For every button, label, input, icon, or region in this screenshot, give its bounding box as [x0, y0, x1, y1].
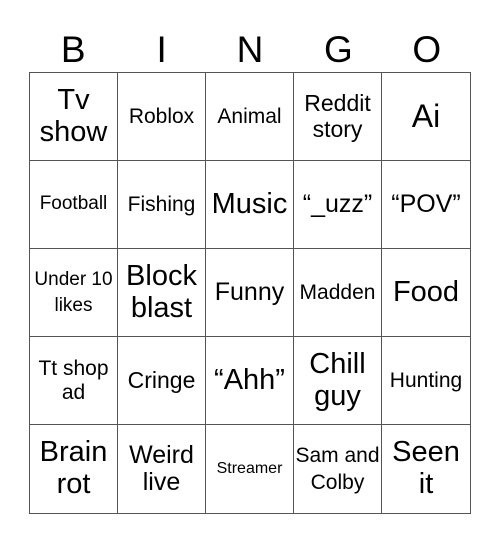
bingo-cell[interactable]: Streamer	[206, 425, 294, 513]
header-letter-n: N	[236, 29, 264, 70]
bingo-cell[interactable]: Funny	[206, 249, 294, 337]
bingo-header: B I N G O	[29, 28, 471, 72]
bingo-cell[interactable]: Roblox	[118, 73, 206, 161]
bingo-cell[interactable]: Under 10 likes	[30, 249, 118, 337]
bingo-cell[interactable]: Music	[206, 161, 294, 249]
bingo-cell[interactable]: Madden	[294, 249, 382, 337]
header-letter-i: I	[156, 29, 167, 70]
bingo-cell[interactable]: Football	[30, 161, 118, 249]
bingo-cell[interactable]: Reddit story	[294, 73, 382, 161]
bingo-cell[interactable]: Chill guy	[294, 337, 382, 425]
bingo-cell[interactable]: Hunting	[382, 337, 470, 425]
bingo-cell[interactable]: Weird live	[118, 425, 206, 513]
bingo-cell[interactable]: Brain rot	[30, 425, 118, 513]
bingo-cell[interactable]: Food	[382, 249, 470, 337]
bingo-cell[interactable]: Block blast	[118, 249, 206, 337]
bingo-cell[interactable]: Seen it	[382, 425, 470, 513]
bingo-cell[interactable]: Fishing	[118, 161, 206, 249]
bingo-cell[interactable]: “Ahh”	[206, 337, 294, 425]
bingo-cell[interactable]: Tt shop ad	[30, 337, 118, 425]
bingo-cell[interactable]: Animal	[206, 73, 294, 161]
bingo-cell[interactable]: Tv show	[30, 73, 118, 161]
bingo-cell[interactable]: Ai	[382, 73, 470, 161]
header-letter-g: G	[323, 29, 353, 70]
bingo-cell[interactable]: Cringe	[118, 337, 206, 425]
bingo-grid: Tv show Roblox Animal Reddit story Ai Fo…	[29, 72, 471, 514]
bingo-cell[interactable]: Sam and Colby	[294, 425, 382, 513]
bingo-cell[interactable]: “POV”	[382, 161, 470, 249]
bingo-cell[interactable]: “_uzz”	[294, 161, 382, 249]
header-letter-b: B	[60, 29, 86, 70]
header-letter-o: O	[412, 29, 442, 70]
